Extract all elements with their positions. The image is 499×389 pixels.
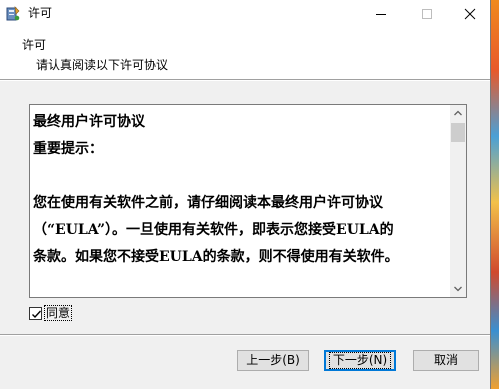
window-title: 许可 [28, 6, 53, 20]
eula-line: 条款。如果您不接受EULA的条款，则不得使用有关软件。 [33, 249, 399, 265]
eula-line: 重要提示： [33, 141, 103, 157]
installer-icon [6, 6, 20, 22]
scroll-up-button[interactable] [450, 105, 466, 121]
chevron-up-icon [454, 110, 462, 116]
header-divider [0, 80, 490, 81]
close-icon [464, 8, 476, 20]
eula-line: 您在使用有关软件之前，请仔细阅读本最终用户许可协议 [33, 195, 383, 211]
footer-divider-highlight [0, 335, 490, 336]
eula-text: 最终用户许可协议 重要提示： 您在使用有关软件之前，请仔细阅读本最终用户许可协议… [33, 109, 447, 271]
eula-line [33, 163, 447, 190]
maximize-icon [422, 9, 432, 19]
eula-textbox[interactable]: 最终用户许可协议 重要提示： 您在使用有关软件之前，请仔细阅读本最终用户许可协议… [29, 104, 467, 298]
next-button[interactable]: 下一步(N) [324, 350, 396, 371]
agree-label[interactable]: 同意 [43, 305, 73, 321]
back-button[interactable]: 上一步(B) [237, 350, 309, 371]
agree-checkbox[interactable] [29, 307, 42, 320]
page-header: 许可 请认真阅读以下许可协议 [0, 28, 490, 80]
page-title: 许可 [22, 38, 47, 52]
minimize-button[interactable] [358, 0, 404, 28]
checkmark-icon [32, 310, 42, 319]
scroll-thumb[interactable] [451, 123, 465, 142]
vertical-scrollbar[interactable] [450, 105, 466, 297]
next-button-label: 下一步(N) [328, 352, 392, 369]
title-bar[interactable]: 许可 [0, 0, 490, 28]
cancel-button[interactable]: 取消 [413, 350, 479, 371]
maximize-button[interactable] [404, 0, 450, 28]
license-dialog: 许可 许可 请认真阅读以下许可协议 最终用户许可协议 重要提示： 您在使用有关软… [0, 0, 491, 389]
eula-line: （“EULA”）。一旦使用有关软件，即表示您接受EULA的 [33, 222, 394, 238]
background-edge [491, 0, 499, 389]
scroll-down-button[interactable] [450, 281, 466, 297]
eula-line: 最终用户许可协议 [33, 114, 145, 130]
chevron-down-icon [454, 286, 462, 292]
minimize-icon [376, 14, 386, 15]
page-subtitle: 请认真阅读以下许可协议 [36, 58, 169, 72]
close-button[interactable] [450, 0, 490, 28]
